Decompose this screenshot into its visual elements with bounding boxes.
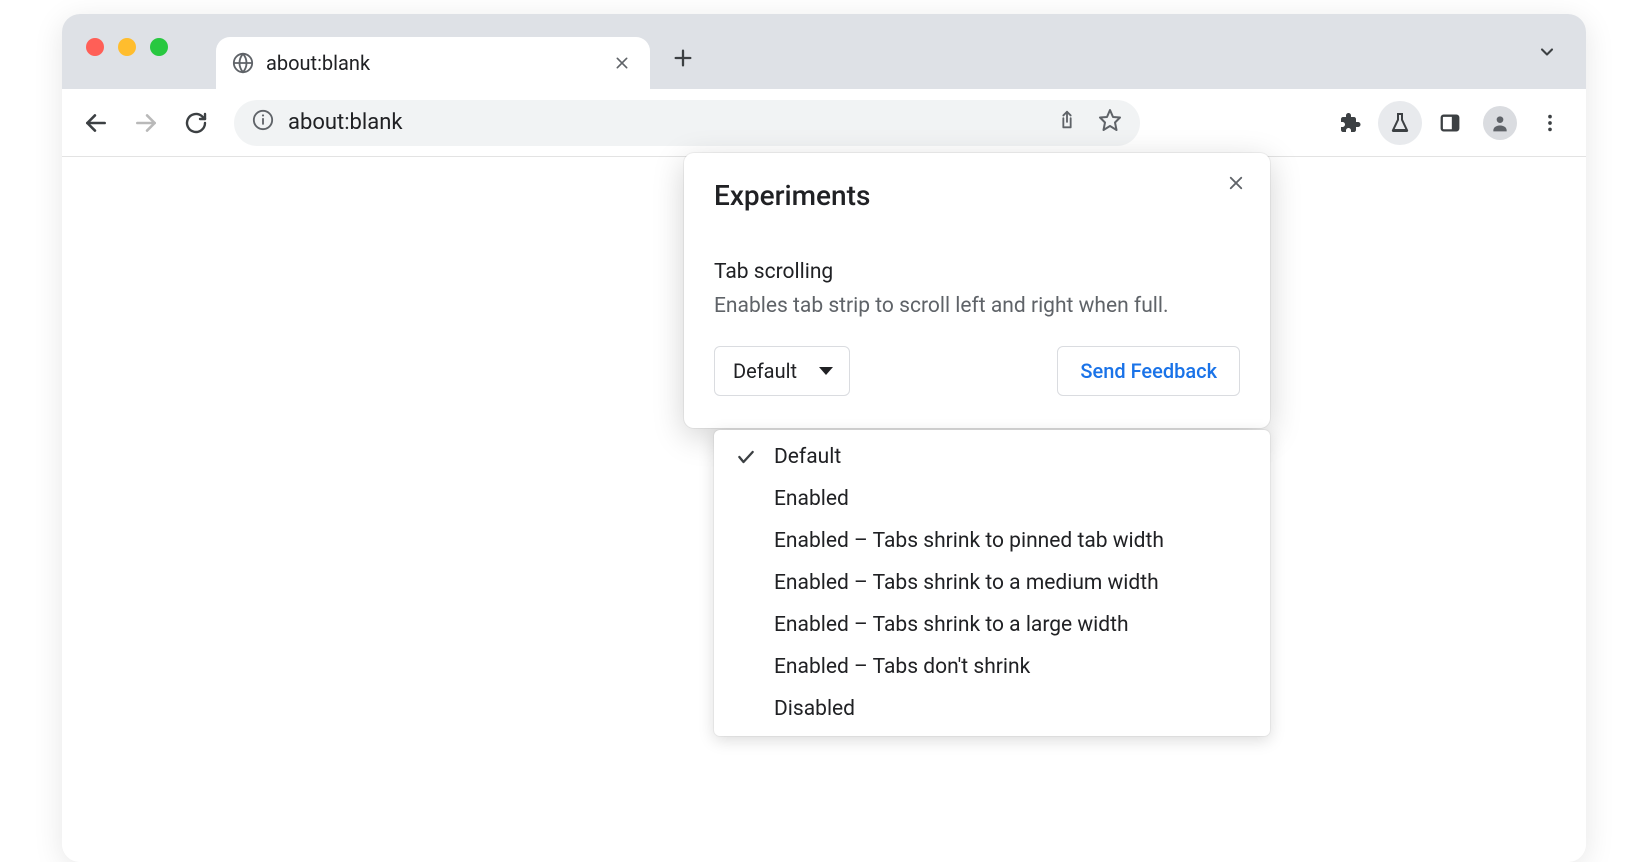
new-tab-button[interactable] (666, 41, 700, 75)
send-feedback-button[interactable]: Send Feedback (1057, 346, 1240, 396)
dropdown-option[interactable]: Enabled (714, 478, 1270, 520)
close-tab-button[interactable] (610, 51, 634, 75)
experiment-select[interactable]: Default (714, 346, 850, 396)
minimize-window-button[interactable] (118, 38, 136, 56)
tab-list-chevron-icon[interactable] (1532, 37, 1562, 67)
maximize-window-button[interactable] (150, 38, 168, 56)
select-value: Default (733, 359, 797, 383)
experiment-select-dropdown: Default Enabled Enabled – Tabs shrink to p… (714, 430, 1270, 736)
dropdown-option[interactable]: Enabled – Tabs shrink to pinned tab widt… (714, 520, 1270, 562)
close-window-button[interactable] (86, 38, 104, 56)
toolbar: about:blank (62, 89, 1586, 157)
dropdown-option-label: Default (774, 445, 1250, 469)
experiments-title: Experiments (714, 179, 1240, 212)
share-icon[interactable] (1056, 109, 1078, 137)
extensions-icon[interactable] (1328, 101, 1372, 145)
site-info-icon[interactable] (252, 109, 274, 137)
titlebar: about:blank (62, 14, 1586, 89)
forward-button[interactable] (126, 103, 166, 143)
back-button[interactable] (76, 103, 116, 143)
dropdown-option-label: Enabled (774, 487, 1250, 511)
experiments-panel: Experiments Tab scrolling Enables tab st… (684, 153, 1270, 428)
close-panel-button[interactable] (1220, 167, 1252, 199)
tab-title: about:blank (266, 51, 598, 75)
browser-tab[interactable]: about:blank (216, 37, 650, 89)
url-text: about:blank (288, 110, 403, 135)
globe-icon (232, 52, 254, 74)
experiment-description: Enables tab strip to scroll left and rig… (714, 294, 1240, 318)
profile-avatar[interactable] (1478, 101, 1522, 145)
bookmark-star-icon[interactable] (1098, 108, 1122, 138)
dropdown-option[interactable]: Disabled (714, 688, 1270, 730)
dropdown-option-label: Enabled – Tabs shrink to pinned tab widt… (774, 529, 1250, 553)
reload-button[interactable] (176, 103, 216, 143)
kebab-menu-icon[interactable] (1528, 101, 1572, 145)
dropdown-option[interactable]: Enabled – Tabs don't shrink (714, 646, 1270, 688)
avatar-icon (1483, 106, 1517, 140)
side-panel-icon[interactable] (1428, 101, 1472, 145)
dropdown-option-label: Disabled (774, 697, 1250, 721)
dropdown-option-label: Enabled – Tabs shrink to a medium width (774, 571, 1250, 595)
check-icon (734, 447, 758, 467)
experiments-flask-icon[interactable] (1378, 101, 1422, 145)
dropdown-option[interactable]: Default (714, 436, 1270, 478)
toolbar-right (1328, 101, 1572, 145)
send-feedback-label: Send Feedback (1080, 359, 1217, 383)
caret-down-icon (819, 367, 833, 375)
dropdown-option[interactable]: Enabled – Tabs shrink to a large width (714, 604, 1270, 646)
dropdown-option-label: Enabled – Tabs shrink to a large width (774, 613, 1250, 637)
window-controls (86, 38, 168, 56)
experiment-name: Tab scrolling (714, 260, 1240, 284)
address-bar[interactable]: about:blank (234, 100, 1140, 146)
dropdown-option-label: Enabled – Tabs don't shrink (774, 655, 1250, 679)
dropdown-option[interactable]: Enabled – Tabs shrink to a medium width (714, 562, 1270, 604)
